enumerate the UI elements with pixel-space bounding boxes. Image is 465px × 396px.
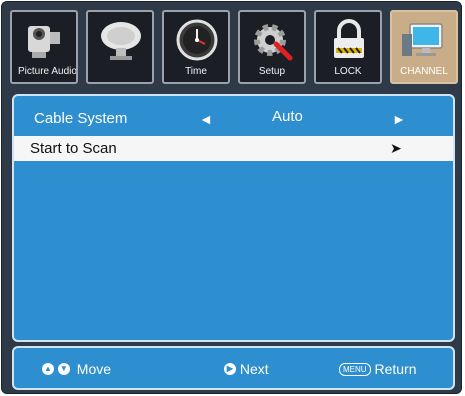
tab-label: LOCK: [334, 66, 362, 77]
cable-system-label: Cable System: [34, 110, 128, 127]
menu-key-icon: MENU: [339, 362, 371, 376]
right-arrow-circle-icon: ▶: [224, 363, 236, 376]
start-scan-row[interactable]: Start to Scan ➤: [14, 136, 453, 161]
return-label: Return: [374, 361, 417, 378]
return-hint: MENU Return: [339, 360, 416, 378]
move-hint: ▲ ▼ Move: [42, 360, 111, 378]
osd-frame: Picture Audio Time Setup LOCK CHANNEL Ca…: [1, 1, 462, 394]
cable-system-row[interactable]: Cable System ◄ Auto ►: [14, 106, 453, 131]
tab-picture-audio[interactable]: Picture Audio: [10, 10, 78, 84]
right-arrow-icon[interactable]: ►: [392, 111, 406, 127]
tab-setup[interactable]: Setup: [238, 10, 306, 84]
clock-icon: [176, 19, 218, 61]
padlock-icon: [334, 19, 364, 58]
left-arrow-icon[interactable]: ◄: [199, 111, 213, 127]
tab-satellite[interactable]: [86, 10, 154, 84]
enter-arrow-icon: ➤: [390, 140, 402, 156]
gear-wrench-icon: [254, 24, 293, 61]
down-arrow-icon: ▼: [57, 363, 70, 376]
help-bar: ▲ ▼ Move ▶ Next MENU Return: [12, 346, 455, 390]
monitor-icon: [402, 23, 443, 56]
tab-label: Picture Audio: [18, 66, 77, 77]
move-label: Move: [76, 361, 112, 378]
tab-time[interactable]: Time: [162, 10, 230, 84]
next-label: Next: [239, 361, 269, 378]
satellite-dish-icon: [101, 22, 141, 60]
tab-lock[interactable]: LOCK: [314, 10, 382, 84]
tab-label: Setup: [258, 66, 286, 77]
tab-label: Time: [185, 66, 207, 77]
cable-system-value: Auto: [272, 108, 303, 125]
camcorder-icon: [28, 26, 60, 58]
tab-label: CHANNEL: [400, 66, 448, 77]
up-arrow-icon: ▲: [42, 363, 54, 376]
next-hint: ▶ Next: [224, 360, 269, 378]
channel-menu-panel: Cable System ◄ Auto ► Start to Scan ➤: [12, 94, 455, 342]
tab-channel[interactable]: CHANNEL: [390, 10, 458, 84]
tab-bar: Picture Audio Time Setup LOCK CHANNEL: [10, 10, 459, 88]
start-scan-label: Start to Scan: [30, 140, 117, 157]
